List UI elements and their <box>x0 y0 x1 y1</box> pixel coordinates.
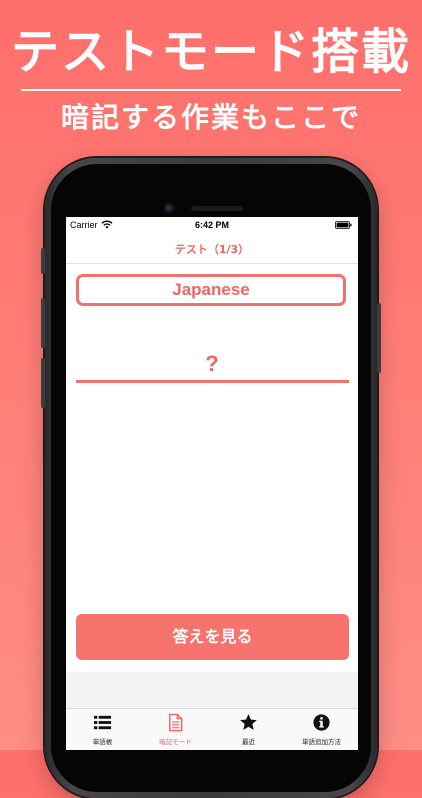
answer-placeholder: ? <box>205 351 219 376</box>
document-icon <box>169 713 183 732</box>
tab-wordbook[interactable]: 単語帳 <box>66 709 139 750</box>
promo-subtitle: 暗記する作業もここで <box>60 101 361 134</box>
answer-underline <box>76 380 349 383</box>
status-bar: Carrier 6:42 PM <box>66 217 358 233</box>
tab-label: 単語追加方法 <box>302 738 341 746</box>
star-icon <box>240 714 257 730</box>
tab-label: 暗記モード <box>159 738 192 746</box>
earpiece-speaker <box>191 206 243 211</box>
tab-bar: 単語帳 暗記モード 最近 単語追加方法 <box>66 708 358 750</box>
tab-label: 単語帳 <box>92 738 113 746</box>
battery-icon <box>335 221 352 229</box>
navigation-bar: テスト（1/3） <box>66 233 358 264</box>
volume-down-button <box>41 358 45 408</box>
question-word-box: Japanese <box>76 274 346 306</box>
app-screen: Carrier 6:42 PM テスト（1/3） Japanese ? 答えを見… <box>66 217 358 750</box>
tab-label: 最近 <box>242 738 255 746</box>
bottom-spacer <box>66 672 358 708</box>
mute-switch <box>41 248 45 274</box>
info-icon <box>313 714 330 731</box>
show-answer-button[interactable]: 答えを見る <box>76 614 349 660</box>
front-camera <box>164 203 174 213</box>
tab-recent[interactable]: 最近 <box>212 709 285 750</box>
volume-up-button <box>41 298 45 348</box>
nav-title: テスト（1/3） <box>174 243 250 256</box>
power-button <box>377 303 381 373</box>
list-icon <box>93 715 112 730</box>
status-time: 6:42 PM <box>194 220 229 230</box>
tab-memorize-mode[interactable]: 暗記モード <box>139 709 212 750</box>
tab-how-to-add[interactable]: 単語追加方法 <box>285 709 358 750</box>
promo-divider <box>21 89 401 91</box>
promo-title: テストモード搭載 <box>10 24 411 80</box>
